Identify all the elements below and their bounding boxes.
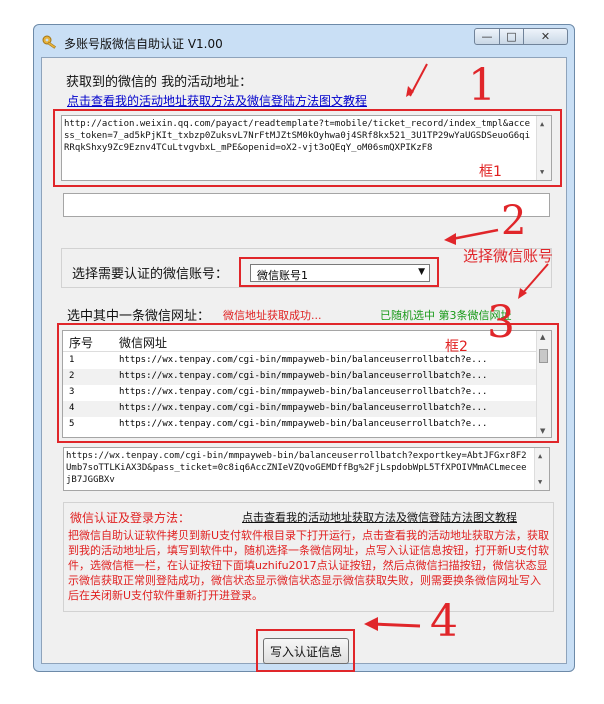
step2-arrow xyxy=(451,228,499,241)
step3-arrow xyxy=(520,263,549,296)
step2-number: 2 xyxy=(501,198,527,244)
annotation-overlay xyxy=(364,63,549,631)
choose-account-note: 选择微信账号 xyxy=(463,247,554,265)
step2-arrowhead xyxy=(444,233,456,245)
step4-number: 4 xyxy=(430,596,458,647)
step4-arrow xyxy=(371,622,421,628)
step3-number: 3 xyxy=(487,297,515,348)
step4-arrowhead xyxy=(364,617,378,631)
step1-number: 1 xyxy=(468,60,496,111)
